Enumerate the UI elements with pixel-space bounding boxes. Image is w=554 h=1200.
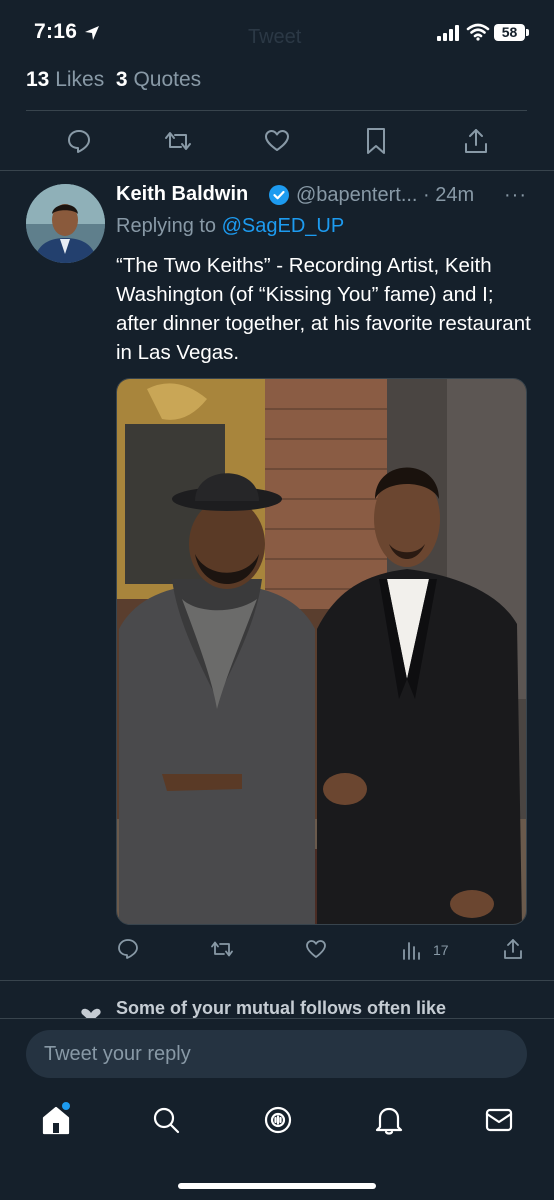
tweet-text: “The Two Keiths” - Recording Artist, Kei… <box>116 254 531 364</box>
divider <box>26 110 527 111</box>
messages-icon[interactable] <box>484 1107 514 1133</box>
location-arrow-icon <box>85 26 99 40</box>
author-handle[interactable]: @bapentert... · 24m <box>296 184 474 207</box>
retweet-icon[interactable] <box>164 128 192 154</box>
notifications-icon[interactable] <box>374 1104 404 1136</box>
cellular-signal-icon <box>437 25 459 41</box>
views-icon[interactable] <box>400 939 422 961</box>
retweet-icon[interactable] <box>210 938 234 960</box>
battery-icon <box>526 29 529 36</box>
search-icon[interactable] <box>151 1105 181 1135</box>
like-icon[interactable] <box>305 938 327 960</box>
mutual-follows-suggestion[interactable]: Some of your mutual follows often like <box>116 998 446 1019</box>
verified-badge-icon <box>269 185 289 205</box>
more-options-icon[interactable]: ··· <box>504 184 527 207</box>
status-bar: ​ 7:16 Tweet 58 <box>0 0 554 64</box>
home-indicator <box>178 1183 376 1189</box>
engagement-stats: 13 Likes 3 Quotes <box>26 68 201 92</box>
likes-label[interactable]: Likes <box>55 68 104 91</box>
tweet-photo[interactable] <box>116 378 527 925</box>
wifi-icon <box>466 23 490 41</box>
header-title-faded: Tweet <box>248 26 302 48</box>
reply-icon[interactable] <box>117 938 139 960</box>
divider <box>0 980 554 981</box>
views-count: 17 <box>433 942 449 958</box>
replying-prefix: Replying to <box>116 215 217 237</box>
photo-two-men <box>117 379 526 924</box>
spaces-icon[interactable] <box>262 1104 294 1136</box>
replying-to: Replying to @SagED_UP <box>116 215 344 238</box>
bookmark-icon[interactable] <box>365 127 387 155</box>
share-icon[interactable] <box>502 937 524 961</box>
divider <box>0 170 554 171</box>
reply-placeholder: Tweet your reply <box>44 1043 191 1065</box>
battery-level: 58 <box>494 24 525 41</box>
likes-count[interactable]: 13 <box>26 68 49 91</box>
share-icon[interactable] <box>463 127 489 155</box>
handle-text: @bapentert... <box>296 184 418 206</box>
quotes-label[interactable]: Quotes <box>133 68 201 91</box>
reply-icon[interactable] <box>66 128 92 154</box>
tweet-time: · 24m <box>423 184 475 206</box>
avatar-portrait <box>26 184 105 263</box>
quotes-count[interactable]: 3 <box>116 68 128 91</box>
status-time: 7:16 <box>34 20 78 43</box>
notification-dot <box>62 1102 70 1110</box>
replying-handle-link[interactable]: @SagED_UP <box>222 215 345 237</box>
avatar[interactable] <box>26 184 105 263</box>
like-icon[interactable] <box>264 128 290 154</box>
author-name[interactable]: Keith Baldwin <box>116 183 248 206</box>
